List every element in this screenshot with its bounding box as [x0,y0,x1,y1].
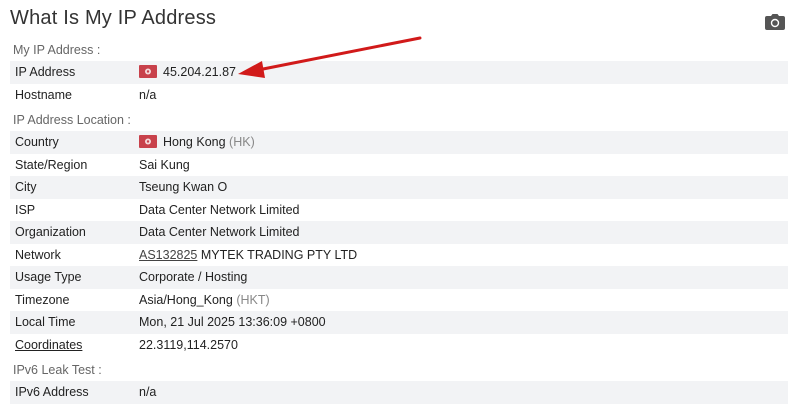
timezone-label: Timezone [15,292,70,307]
table-row-ip-address: IP Address 45.204.21.87 [10,61,788,84]
country-value: Hong Kong [163,135,226,149]
ip-address-value[interactable]: 45.204.21.87 [163,65,236,79]
city-value: Tseung Kwan O [139,180,228,194]
city-label: City [15,180,37,194]
ip-address-value-cell: 45.204.21.87 [139,61,236,84]
timezone-value: Asia/Hong_Kong [139,292,233,307]
table-row-local-time: Local Time Mon, 21 Jul 2025 13:36:09 +08… [10,311,788,334]
table-row-hostname: Hostname n/a [10,84,788,107]
camera-icon[interactable] [765,14,785,30]
table-row-isp: ISP Data Center Network Limited [10,199,788,222]
organization-label: Organization [15,225,86,239]
country-label: Country [15,135,59,149]
section-my-ip-title: My IP Address : [13,43,101,57]
hostname-value: n/a [139,87,157,102]
table-row-city: City Tseung Kwan O [10,176,788,199]
network-label: Network [15,247,61,262]
section-location-title: IP Address Location : [13,113,131,127]
network-value-cell: AS132825 MYTEK TRADING PTY LTD [139,244,357,267]
my-ip-table: IP Address 45.204.21.87 Hostname n/a [10,61,788,106]
network-name: MYTEK TRADING PTY LTD [200,247,358,262]
isp-label: ISP [15,202,36,217]
local-time-value: Mon, 21 Jul 2025 13:36:09 +0800 [139,315,326,329]
country-code: (HK) [229,135,255,149]
table-row-coordinates: Coordinates 22.3119,114.2570 [10,334,788,357]
table-row-ipv6-address: IPv6 Address n/a [10,381,788,404]
local-time-label: Local Time [15,315,76,329]
hong-kong-flag-icon [139,65,157,78]
timezone-abbr: (HKT) [236,292,270,307]
timezone-value-cell: Asia/Hong_Kong (HKT) [139,289,270,312]
table-row-state: State/Region Sai Kung [10,154,788,177]
coordinates-label[interactable]: Coordinates [15,334,82,357]
usage-type-value: Corporate / Hosting [139,270,248,284]
ipv6-table: IPv6 Address n/a [10,381,788,404]
country-value-cell: Hong Kong (HK) [139,131,255,154]
ipv6-address-value: n/a [139,385,157,399]
organization-value: Data Center Network Limited [139,225,300,239]
ipv6-address-label: IPv6 Address [15,385,89,399]
isp-value: Data Center Network Limited [139,202,300,217]
coordinates-value: 22.3119,114.2570 [139,337,238,352]
network-asn-link[interactable]: AS132825 [139,248,197,262]
usage-type-label: Usage Type [15,270,82,284]
state-label: State/Region [15,157,88,172]
state-value: Sai Kung [139,157,190,172]
table-row-organization: Organization Data Center Network Limited [10,221,788,244]
hong-kong-flag-icon [139,135,157,148]
page-title: What Is My IP Address [10,7,217,29]
table-row-usage-type: Usage Type Corporate / Hosting [10,266,788,289]
table-row-country: Country Hong Kong (HK) [10,131,788,154]
hostname-label: Hostname [15,87,72,102]
table-row-network: Network AS132825 MYTEK TRADING PTY LTD [10,244,788,267]
ip-address-label: IP Address [15,65,76,79]
location-table: Country Hong Kong (HK) State/Region Sai … [10,131,788,356]
table-row-timezone: Timezone Asia/Hong_Kong (HKT) [10,289,788,312]
section-ipv6-title: IPv6 Leak Test : [13,363,102,377]
